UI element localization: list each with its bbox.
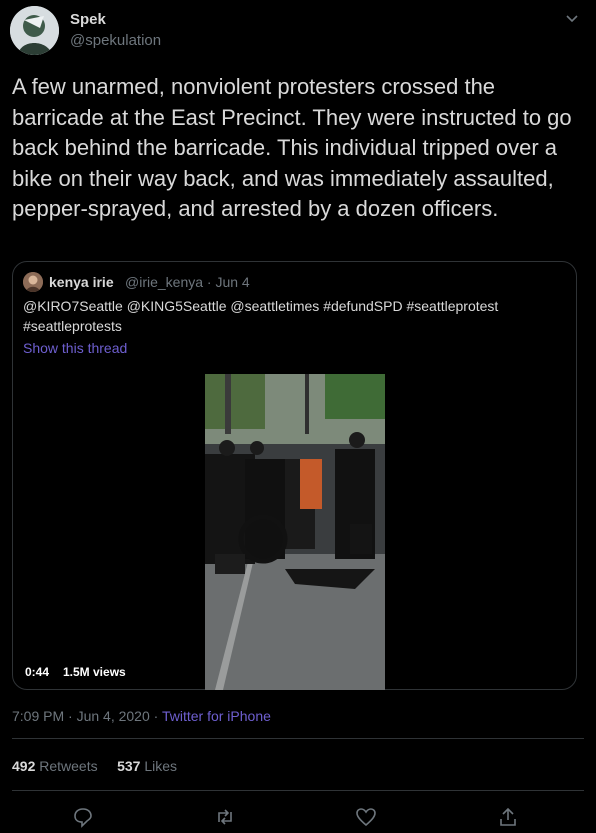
retweet-icon[interactable] — [214, 806, 236, 828]
likes-label: Likes — [144, 758, 177, 774]
author-name[interactable]: Spek — [70, 11, 106, 28]
likes-count: 537 — [117, 758, 141, 774]
author-handle[interactable]: @spekulation — [70, 32, 161, 49]
like-icon[interactable] — [355, 806, 377, 828]
retweets-label: Retweets — [39, 758, 98, 774]
divider — [12, 738, 584, 739]
tweet-stats: 492 Retweets 537 Likes — [12, 758, 177, 774]
tweet-timestamp: 7:09 PM · Jun 4, 2020 · Twitter for iPho… — [12, 708, 271, 724]
quoted-text: @KIRO7Seattle @KING5Seattle @seattletime… — [23, 298, 499, 334]
tweet: Spek @spekulation A few unarmed, nonviol… — [0, 0, 596, 833]
chevron-down-icon[interactable] — [564, 11, 580, 27]
quoted-avatar[interactable] — [23, 272, 43, 292]
retweets-stat[interactable]: 492 Retweets — [12, 758, 98, 774]
quoted-tweet[interactable]: kenya irie @irie_kenya · Jun 4 @KIRO7Sea… — [12, 261, 577, 690]
author-avatar[interactable] — [10, 6, 59, 55]
tweet-actions — [0, 806, 596, 830]
tweet-source-link[interactable]: Twitter for iPhone — [162, 708, 271, 724]
quoted-name[interactable]: kenya irie — [49, 274, 114, 290]
retweets-count: 492 — [12, 758, 36, 774]
video-thumbnail[interactable] — [205, 374, 385, 690]
reply-icon[interactable] — [72, 806, 94, 828]
divider — [12, 790, 584, 791]
share-icon[interactable] — [497, 806, 519, 828]
timestamp-text[interactable]: 7:09 PM · Jun 4, 2020 · — [12, 708, 162, 724]
likes-stat[interactable]: 537 Likes — [117, 758, 177, 774]
video-views: 1.5M views — [63, 665, 126, 679]
video-duration: 0:44 — [25, 665, 50, 679]
quoted-meta: @irie_kenya · Jun 4 — [125, 274, 250, 290]
show-thread-link[interactable]: Show this thread — [23, 340, 127, 356]
tweet-text: A few unarmed, nonviolent protesters cro… — [12, 74, 572, 221]
